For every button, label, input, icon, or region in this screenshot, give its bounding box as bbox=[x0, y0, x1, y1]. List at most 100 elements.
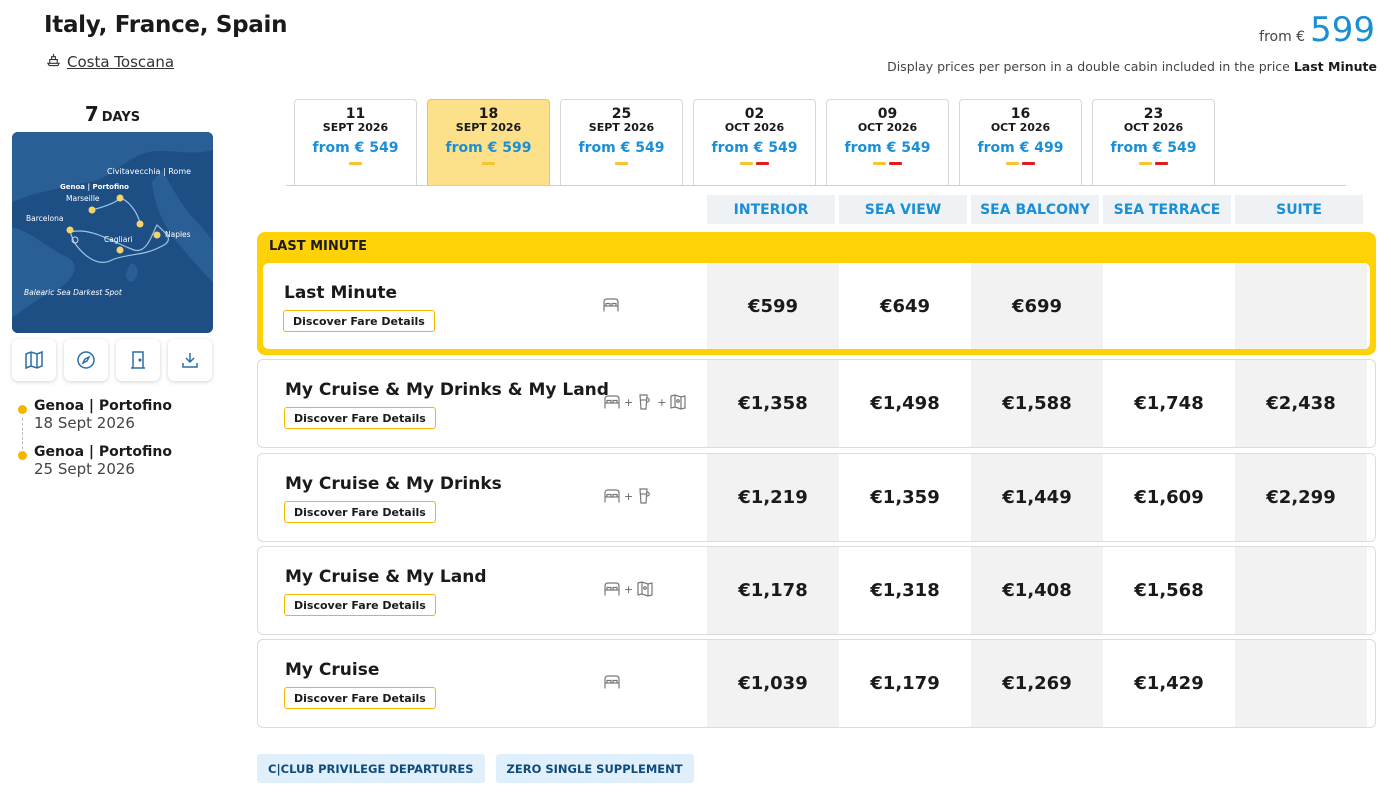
route-map[interactable]: Civitavecchia | Rome Genoa | Portofino M… bbox=[12, 132, 213, 333]
price-cell[interactable]: €1,179 bbox=[839, 640, 971, 727]
last-minute-box: LAST MINUTE Last Minute Discover Fare Det… bbox=[257, 232, 1376, 355]
date-tab[interactable]: 02 OCT 2026 from € 549 bbox=[693, 99, 816, 185]
price-cell[interactable]: €2,299 bbox=[1235, 454, 1367, 541]
price-cell[interactable]: €1,219 bbox=[707, 454, 839, 541]
date-tab[interactable]: 09 OCT 2026 from € 549 bbox=[826, 99, 949, 185]
price-cell[interactable]: €1,039 bbox=[707, 640, 839, 727]
display-note: Display prices per person in a double ca… bbox=[887, 59, 1377, 74]
availability-mark bbox=[482, 162, 495, 165]
price-cell[interactable]: €1,568 bbox=[1103, 547, 1235, 634]
fare-name: My Cruise & My Drinks bbox=[285, 474, 502, 494]
discover-fare-details-button[interactable]: Discover Fare Details bbox=[284, 687, 436, 709]
fare-name: My Cruise & My Drinks & My Land bbox=[285, 380, 609, 400]
fare-row[interactable]: My Cruise & My Drinks Discover Fare Detai… bbox=[257, 453, 1376, 542]
explore-button[interactable] bbox=[64, 339, 108, 381]
stop-date: 18 Sept 2026 bbox=[34, 414, 135, 432]
compass-icon bbox=[77, 351, 95, 369]
fare-name: My Cruise bbox=[285, 660, 380, 680]
days-label: DAYS bbox=[101, 110, 141, 125]
ship-icon bbox=[46, 52, 61, 71]
date-month: SEPT 2026 bbox=[455, 121, 522, 134]
fare-row[interactable]: My Cruise Discover Fare Details €1,039 €1,1… bbox=[257, 639, 1376, 728]
price-cell[interactable]: €1,449 bbox=[971, 454, 1103, 541]
discover-fare-details-button[interactable]: Discover Fare Details bbox=[284, 594, 436, 616]
price-cell bbox=[1235, 547, 1367, 634]
ship-link[interactable]: Costa Toscana bbox=[46, 52, 174, 71]
date-day: 11 bbox=[345, 106, 366, 122]
date-marks bbox=[960, 162, 1081, 165]
date-tab[interactable]: 16 OCT 2026 from € 499 bbox=[959, 99, 1082, 185]
stop-port: Genoa | Portofino bbox=[34, 398, 172, 414]
display-note-fare: Last Minute bbox=[1293, 59, 1377, 74]
discover-fare-details-button[interactable]: Discover Fare Details bbox=[284, 501, 436, 523]
price-cell[interactable]: €1,498 bbox=[839, 360, 971, 447]
date-marks bbox=[1093, 162, 1214, 165]
map-button[interactable] bbox=[12, 339, 56, 381]
cabin-icon bbox=[603, 298, 619, 312]
cabin-header-suite: SUITE bbox=[1235, 195, 1363, 224]
price-cell[interactable]: €1,609 bbox=[1103, 454, 1235, 541]
fare-row-last-minute[interactable]: Last Minute Discover Fare Details €599 €649… bbox=[263, 263, 1370, 349]
cabin-button[interactable] bbox=[116, 339, 160, 381]
ship-name: Costa Toscana bbox=[67, 52, 175, 71]
price-cell[interactable]: €1,358 bbox=[707, 360, 839, 447]
drinks-icon bbox=[639, 488, 651, 504]
offer-mark bbox=[756, 162, 769, 165]
price-cell[interactable]: €1,359 bbox=[839, 454, 971, 541]
discover-fare-details-button[interactable]: Discover Fare Details bbox=[284, 407, 436, 429]
excursion-map-icon bbox=[637, 581, 653, 597]
map-label-civitavecchia: Civitavecchia | Rome bbox=[107, 167, 191, 176]
price-cells: €1,219 €1,359 €1,449 €1,609 €2,299 bbox=[707, 454, 1367, 541]
plus-sign: + bbox=[657, 395, 667, 409]
price-cell[interactable]: €599 bbox=[707, 263, 839, 349]
price-cells: €599 €649 €699 bbox=[707, 263, 1367, 349]
drinks-icon bbox=[639, 394, 651, 410]
price-from-label: from € bbox=[1259, 29, 1306, 45]
price-cell[interactable]: €649 bbox=[839, 263, 971, 349]
price-cell[interactable]: €1,429 bbox=[1103, 640, 1235, 727]
availability-mark bbox=[873, 162, 886, 165]
availability-mark bbox=[615, 162, 628, 165]
price-cell[interactable]: €1,178 bbox=[707, 547, 839, 634]
tag-zero-single[interactable]: ZERO SINGLE SUPPLEMENT bbox=[495, 754, 694, 783]
date-month: SEPT 2026 bbox=[588, 121, 655, 134]
fare-name: My Cruise & My Land bbox=[285, 567, 487, 587]
discover-fare-details-button[interactable]: Discover Fare Details bbox=[283, 310, 435, 332]
fare-row[interactable]: My Cruise & My Land Discover Fare Details… bbox=[257, 546, 1376, 635]
date-tab[interactable]: 25 SEPT 2026 from € 549 bbox=[560, 99, 683, 185]
cabin-icon bbox=[604, 395, 620, 409]
date-tab[interactable]: 23 OCT 2026 from € 549 bbox=[1092, 99, 1215, 185]
date-month: OCT 2026 bbox=[990, 121, 1051, 134]
fare-row[interactable]: My Cruise & My Drinks & My Land Discover … bbox=[257, 359, 1376, 448]
offer-mark bbox=[889, 162, 902, 165]
map-label-barcelona: Barcelona bbox=[26, 214, 63, 223]
cabin-header-interior: INTERIOR bbox=[707, 195, 835, 224]
date-tab[interactable]: 18 SEPT 2026 from € 599 bbox=[427, 99, 550, 185]
offer-mark bbox=[1155, 162, 1168, 165]
offer-mark bbox=[1022, 162, 1035, 165]
price-cell[interactable]: €1,269 bbox=[971, 640, 1103, 727]
departure-tags: C|CLUB PRIVILEGE DEPARTURES ZERO SINGLE … bbox=[257, 754, 694, 783]
price-cell[interactable]: €1,318 bbox=[839, 547, 971, 634]
price-cell bbox=[1103, 263, 1235, 349]
cruise-duration: 7 DAYS bbox=[12, 102, 213, 126]
download-button[interactable] bbox=[168, 339, 212, 381]
price-cell[interactable]: €1,748 bbox=[1103, 360, 1235, 447]
date-price: from € 549 bbox=[844, 140, 931, 156]
stop-date: 25 Sept 2026 bbox=[34, 460, 135, 478]
price-cell[interactable]: €699 bbox=[971, 263, 1103, 349]
date-tab[interactable]: 11 SEPT 2026 from € 549 bbox=[294, 99, 417, 185]
date-marks bbox=[561, 162, 682, 165]
plus-sign: + bbox=[624, 582, 634, 596]
tag-cclub[interactable]: C|CLUB PRIVILEGE DEPARTURES bbox=[257, 754, 485, 783]
price-cell[interactable]: €1,588 bbox=[971, 360, 1103, 447]
fare-inclusions: + + bbox=[602, 392, 688, 412]
map-actions bbox=[12, 339, 212, 381]
price-cell[interactable]: €1,408 bbox=[971, 547, 1103, 634]
date-price: from € 499 bbox=[977, 140, 1064, 156]
price-cell[interactable]: €2,438 bbox=[1235, 360, 1367, 447]
header-price: from € 599 bbox=[1259, 10, 1375, 50]
dates-divider bbox=[286, 185, 1346, 186]
date-day: 02 bbox=[744, 106, 765, 122]
price-cell bbox=[1235, 263, 1367, 349]
